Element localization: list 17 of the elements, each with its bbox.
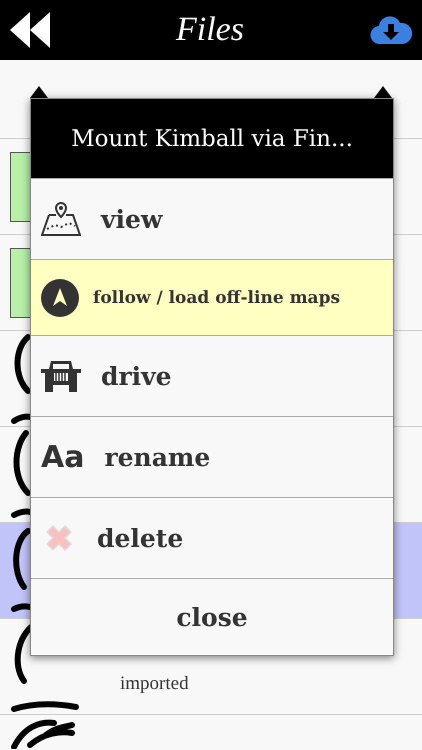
screen-title: Files <box>176 11 244 49</box>
file-source: imported <box>120 672 189 694</box>
dialog-title: Mount Kimball via Fin... <box>31 99 393 178</box>
close-button[interactable]: close <box>31 578 393 655</box>
action-button[interactable]: delete <box>31 497 393 578</box>
action-button[interactable]: follow / load off-line maps <box>31 259 393 335</box>
action-button[interactable]: Aa rename <box>31 416 393 497</box>
jeep-icon <box>41 359 81 393</box>
cloud-download-icon[interactable] <box>370 15 412 45</box>
action-button[interactable]: view <box>31 178 393 259</box>
font-icon: Aa <box>41 440 84 474</box>
action-button[interactable]: drive <box>31 335 393 416</box>
map-pin-icon <box>41 201 81 237</box>
sort-arrow-icon[interactable] <box>30 86 48 98</box>
rewind-icon[interactable] <box>10 12 50 48</box>
track-drawing <box>10 719 76 749</box>
sort-arrow-icon[interactable] <box>374 86 392 98</box>
